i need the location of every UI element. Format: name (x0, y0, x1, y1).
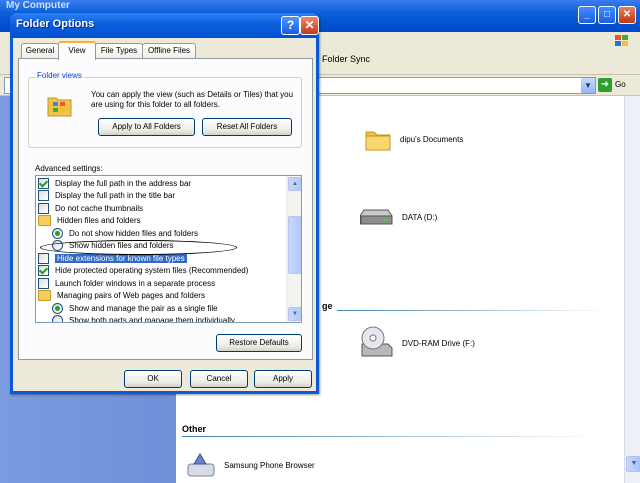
advanced-setting-row[interactable]: Display the full path in the title bar (38, 190, 175, 202)
tab-file-types[interactable]: File Types (95, 43, 143, 58)
advanced-setting-label: Display the full path in the address bar (55, 178, 192, 188)
advanced-setting-label: Hide protected operating system files (R… (55, 266, 249, 275)
checkbox[interactable] (38, 190, 49, 201)
radio-button[interactable] (52, 227, 63, 239)
advanced-setting-row[interactable]: Display the full path in the address bar (38, 177, 191, 189)
ok-button[interactable]: OK (124, 370, 182, 388)
folder-options-dialog: Folder Options ? ✕ General View File Typ… (10, 13, 319, 394)
tab-view[interactable]: View (58, 41, 96, 60)
advanced-settings-scrollbar[interactable]: ▲ ▼ (286, 176, 301, 322)
item-label: dipu's Documents (400, 134, 464, 144)
advanced-setting-row[interactable]: Do not show hidden files and folders (52, 227, 198, 239)
advanced-setting-row[interactable]: Do not cache thumbnails (38, 202, 143, 214)
help-icon[interactable]: ? (281, 16, 300, 35)
folder-views-icon (47, 97, 72, 117)
list-item[interactable]: dipu's Documents (364, 126, 463, 152)
folder-views-description: You can apply the view (such as Details … (91, 90, 294, 109)
folder-icon (365, 131, 391, 151)
checkbox[interactable] (38, 252, 49, 264)
advanced-setting-label: Show and manage the pair as a single fil… (69, 303, 218, 313)
scroll-down-icon[interactable]: ▼ (626, 456, 640, 472)
folder-icon (38, 215, 51, 226)
list-item[interactable]: DVD-RAM Drive (F:) (360, 326, 475, 360)
advanced-setting-row[interactable]: Show both parts and manage them individu… (52, 315, 235, 323)
checkbox[interactable] (38, 277, 49, 289)
dialog-title: Folder Options (16, 18, 95, 30)
cancel-button[interactable]: Cancel (190, 370, 248, 388)
list-item[interactable]: DATA (D:) (360, 206, 437, 228)
folder-icon (38, 290, 51, 301)
item-label: DATA (D:) (402, 212, 438, 222)
advanced-setting-label: Launch folder windows in a separate proc… (55, 278, 216, 288)
reset-all-folders-button[interactable]: Reset All Folders (202, 118, 292, 136)
checkbox[interactable] (38, 177, 49, 189)
advanced-setting-row[interactable]: Hide protected operating system files (R… (38, 265, 248, 277)
advanced-setting-label: Show both parts and manage them individu… (69, 316, 235, 323)
advanced-setting-label: Display the full path in the title bar (55, 191, 176, 200)
dialog-title-bar[interactable]: Folder Options ? ✕ (10, 13, 319, 38)
close-icon[interactable]: ✕ (300, 16, 319, 35)
item-label: DVD-RAM Drive (F:) (402, 338, 475, 348)
advanced-setting-row[interactable]: Managing pairs of Web pages and folders (38, 290, 205, 302)
apply-button[interactable]: Apply (254, 370, 312, 388)
checkbox[interactable] (38, 202, 49, 214)
advanced-setting-row[interactable]: Show and manage the pair as a single fil… (52, 302, 218, 314)
group-header: ge (322, 301, 333, 311)
radio-button[interactable] (52, 315, 63, 322)
apply-to-all-folders-button[interactable]: Apply to All Folders (98, 118, 195, 136)
group-divider (337, 310, 607, 311)
windows-logo-icon (615, 35, 628, 46)
scroll-down-icon[interactable]: ▼ (288, 307, 301, 321)
go-button-label[interactable]: Go (615, 80, 626, 89)
scroll-up-icon[interactable]: ▲ (288, 177, 301, 191)
folder-views-legend: Folder views (35, 71, 84, 80)
checkbox[interactable] (38, 265, 49, 276)
tab-general[interactable]: General (21, 43, 59, 58)
radio-button[interactable] (52, 302, 63, 314)
annotation-oval (40, 240, 237, 255)
folder-sync-button[interactable]: Folder Sync (322, 54, 370, 64)
advanced-setting-label: Managing pairs of Web pages and folders (57, 291, 205, 300)
chevron-down-icon[interactable]: ▼ (581, 78, 595, 93)
go-arrow-icon[interactable]: ➜ (598, 78, 612, 92)
advanced-settings-label: Advanced settings: (35, 164, 103, 173)
tab-offline-files[interactable]: Offline Files (142, 43, 196, 58)
list-item[interactable]: Samsung Phone Browser (186, 452, 315, 478)
minimize-icon[interactable]: _ (578, 6, 596, 24)
advanced-setting-row[interactable]: Hidden files and folders (38, 215, 141, 227)
dvd-drive-icon (361, 326, 393, 357)
advanced-setting-row[interactable]: Launch folder windows in a separate proc… (38, 277, 215, 289)
group-header-other: Other (182, 424, 207, 434)
phone-browser-icon (187, 453, 215, 477)
advanced-setting-label: Hidden files and folders (57, 216, 141, 225)
restore-defaults-button[interactable]: Restore Defaults (216, 334, 302, 352)
background-window-title: My Computer (6, 0, 70, 11)
item-label: Samsung Phone Browser (224, 460, 315, 470)
scroll-thumb[interactable] (288, 216, 301, 274)
group-divider (182, 436, 602, 437)
maximize-icon[interactable]: □ (598, 6, 616, 24)
hard-drive-icon (360, 209, 393, 225)
advanced-setting-label: Do not cache thumbnails (55, 203, 144, 213)
advanced-setting-label: Do not show hidden files and folders (69, 228, 198, 238)
dialog-body: General View File Types Offline Files Fo… (13, 38, 316, 391)
background-close-icon[interactable]: ✕ (618, 6, 636, 24)
vertical-scrollbar[interactable]: ▼ (624, 96, 640, 483)
